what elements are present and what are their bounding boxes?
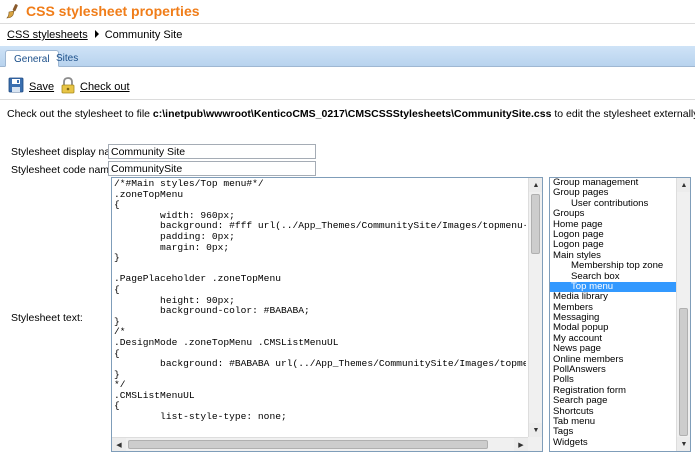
code-name-label: Stylesheet code name: — [11, 164, 118, 176]
scroll-up-arrow-icon[interactable]: ▲ — [529, 178, 542, 192]
floppy-disk-icon — [8, 77, 24, 96]
editor-horizontal-scrollbar[interactable]: ◀ ▶ — [112, 437, 528, 451]
breadcrumb: CSS stylesheets Community Site — [0, 25, 695, 46]
info-file-path: c:\inetpub\wwwroot\KenticoCMS_0217\CMSCS… — [152, 108, 552, 120]
list-item[interactable]: Widgets — [550, 437, 677, 448]
tab-bar: General Sites — [0, 46, 695, 67]
breadcrumb-arrow-icon — [94, 30, 99, 38]
page-title: CSS stylesheet properties — [26, 3, 200, 19]
list-vscroll-thumb[interactable] — [679, 308, 688, 436]
save-label: Save — [29, 80, 55, 93]
breadcrumb-current: Community Site — [104, 29, 183, 41]
list-scroll-down-arrow-icon[interactable]: ▼ — [677, 437, 690, 451]
section-list-items: Group management Group pages User contribu… — [550, 178, 677, 448]
list-scroll-up-arrow-icon[interactable]: ▲ — [677, 178, 690, 192]
tab-sites[interactable]: Sites — [48, 50, 86, 67]
list-item[interactable]: Membership top zone — [550, 260, 677, 271]
padlock-icon — [61, 77, 75, 97]
toolbar: Save Check out — [0, 68, 695, 100]
breadcrumb-link-css-stylesheets[interactable]: CSS stylesheets — [7, 29, 88, 41]
stylesheet-text-editor[interactable]: /*#Main styles/Top menu#*/ .zoneTopMenu … — [111, 177, 543, 452]
scrollbar-corner — [528, 437, 542, 451]
check-out-button[interactable]: Check out — [61, 77, 130, 97]
checkout-info-text: Check out the stylesheet to file c:\inet… — [7, 108, 695, 120]
editor-vscroll-thumb[interactable] — [531, 194, 540, 254]
scroll-right-arrow-icon[interactable]: ▶ — [514, 438, 528, 451]
title-bar: CSS stylesheet properties — [0, 0, 695, 24]
paintbrush-icon — [5, 3, 21, 19]
scroll-down-arrow-icon[interactable]: ▼ — [529, 423, 542, 437]
list-vertical-scrollbar[interactable]: ▲ ▼ — [676, 178, 690, 451]
stylesheet-text-content[interactable]: /*#Main styles/Top menu#*/ .zoneTopMenu … — [114, 179, 526, 437]
scroll-left-arrow-icon[interactable]: ◀ — [112, 438, 126, 451]
stylesheet-text-label: Stylesheet text: — [11, 312, 83, 324]
check-out-label: Check out — [80, 81, 130, 93]
info-prefix: Check out the stylesheet to file — [7, 108, 153, 120]
info-suffix: to edit the stylesheet externally. — [551, 108, 695, 120]
stylesheet-section-list[interactable]: Group management Group pages User contribu… — [549, 177, 691, 452]
code-name-field[interactable] — [108, 161, 316, 176]
save-button[interactable]: Save — [8, 77, 54, 96]
list-item[interactable]: Search box — [550, 271, 677, 282]
list-item[interactable]: Groups — [550, 208, 677, 219]
display-name-field[interactable] — [108, 144, 316, 159]
editor-vertical-scrollbar[interactable]: ▲ ▼ — [528, 178, 542, 437]
editor-hscroll-thumb[interactable] — [128, 440, 488, 449]
